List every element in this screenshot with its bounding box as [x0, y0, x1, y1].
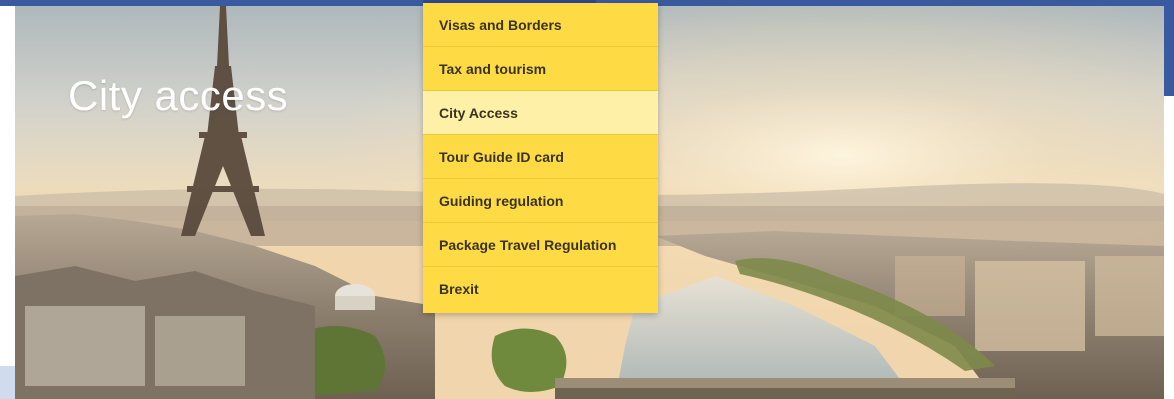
menu-item-brexit[interactable]: Brexit — [423, 267, 658, 313]
submenu-dropdown: Visas and Borders Tax and tourism City A… — [423, 3, 658, 313]
menu-item-city-access[interactable]: City Access — [423, 91, 658, 135]
menu-item-visas-and-borders[interactable]: Visas and Borders — [423, 3, 658, 47]
left-gutter — [0, 6, 15, 399]
right-blue-tab — [1164, 0, 1174, 96]
menu-item-package-travel-regulation[interactable]: Package Travel Regulation — [423, 223, 658, 267]
page-title: City access — [68, 72, 289, 119]
left-gutter-accent — [0, 366, 15, 399]
menu-item-tour-guide-id-card[interactable]: Tour Guide ID card — [423, 135, 658, 179]
page: City access Visas and Borders Tax and to… — [0, 0, 1174, 399]
menu-item-guiding-regulation[interactable]: Guiding regulation — [423, 179, 658, 223]
menu-item-tax-and-tourism[interactable]: Tax and tourism — [423, 47, 658, 91]
